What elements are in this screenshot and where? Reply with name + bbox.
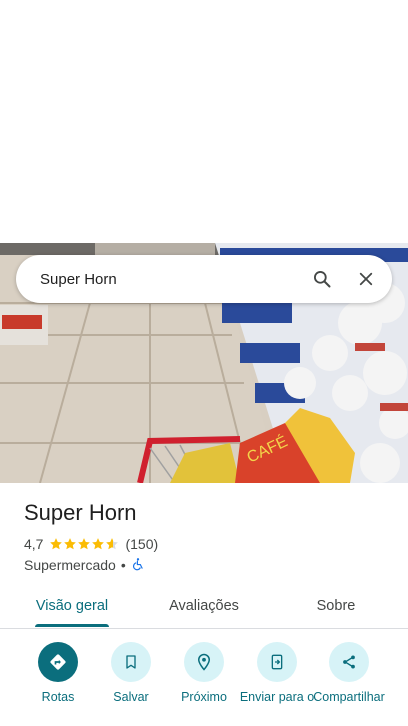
- nearby-label: Próximo: [181, 690, 227, 704]
- tab-reviews[interactable]: Avaliações: [154, 584, 254, 628]
- nearby-button[interactable]: Próximo: [168, 642, 240, 704]
- map-area[interactable]: [0, 0, 408, 243]
- save-label: Salvar: [113, 690, 149, 704]
- directions-button[interactable]: Rotas: [22, 642, 94, 704]
- tab-overview[interactable]: Visão geral: [22, 584, 122, 628]
- rating-value: 4,7: [24, 536, 44, 552]
- half-star-icon: [106, 538, 119, 550]
- share-icon[interactable]: [329, 642, 369, 682]
- send-to-phone-icon[interactable]: [257, 642, 297, 682]
- bookmark-icon[interactable]: [111, 642, 151, 682]
- place-category: Supermercado: [24, 557, 116, 573]
- active-tab-indicator: [35, 624, 109, 627]
- search-query[interactable]: Super Horn: [40, 271, 302, 288]
- tab-bar: Visão geral Avaliações Sobre: [0, 584, 408, 629]
- separator: •: [120, 557, 126, 573]
- tab-about[interactable]: Sobre: [286, 584, 386, 628]
- share-label: Compartilhar: [313, 690, 385, 704]
- rating-stars: [49, 537, 119, 551]
- search-icon[interactable]: [302, 259, 342, 299]
- place-title: Super Horn: [24, 500, 137, 525]
- close-icon[interactable]: [346, 259, 386, 299]
- directions-icon[interactable]: [38, 642, 78, 682]
- nearby-icon[interactable]: [184, 642, 224, 682]
- star-icon: [78, 538, 91, 550]
- search-bar[interactable]: Super Horn: [16, 255, 392, 303]
- reviews-count[interactable]: (150): [125, 536, 158, 552]
- directions-label: Rotas: [41, 690, 75, 704]
- category-row: Supermercado •: [24, 556, 145, 574]
- send-to-phone-label: Enviar para o: [239, 690, 315, 704]
- action-buttons: Rotas Salvar Próximo Enviar para o Compa…: [0, 642, 408, 726]
- send-to-phone-button[interactable]: Enviar para o: [239, 642, 315, 704]
- wheelchair-accessible-icon: [131, 557, 145, 574]
- share-button[interactable]: Compartilhar: [313, 642, 385, 704]
- star-icon: [92, 538, 105, 550]
- star-icon: [64, 538, 77, 550]
- rating-row[interactable]: 4,7 (150): [24, 535, 158, 553]
- star-icon: [50, 538, 63, 550]
- save-button[interactable]: Salvar: [95, 642, 167, 704]
